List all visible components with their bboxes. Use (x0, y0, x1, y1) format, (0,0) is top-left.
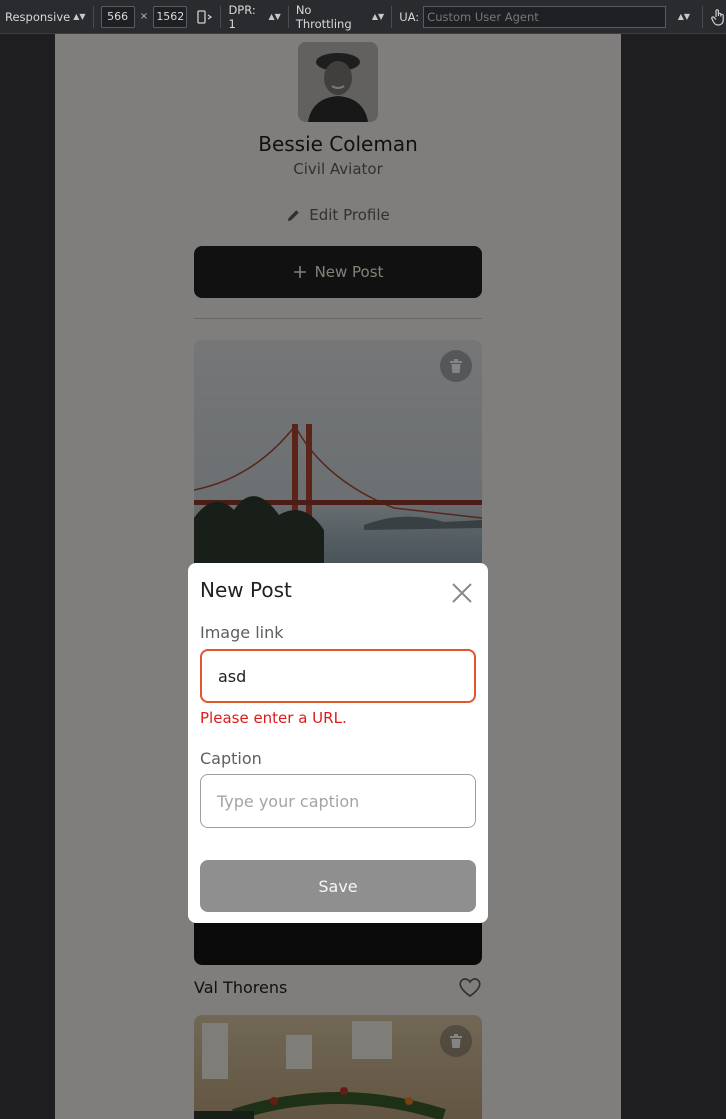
dpr-label: DPR: 1 (228, 2, 256, 31)
device-select-label: Responsive (5, 9, 71, 24)
touch-simulation-button[interactable] (710, 0, 726, 34)
image-link-input[interactable]: asd (200, 649, 476, 703)
ua-label: UA: (399, 9, 420, 24)
modal-title: New Post (200, 578, 292, 602)
caption-label: Caption (200, 749, 262, 768)
height-input[interactable]: 1562 (153, 5, 188, 28)
throttling-caret-icon: ▲▼ (371, 12, 385, 21)
devtools-toolbar: Responsive ▲▼ 566 × 1562 DPR: 1 ▲▼ No Thro… (0, 0, 726, 34)
dimension-times: × (139, 11, 149, 22)
toolbar-separator (92, 5, 94, 28)
image-link-value: asd (218, 666, 247, 686)
ua-caret-icon[interactable]: ▲▼ (678, 12, 690, 21)
new-post-modal: New Post Image link asd Please enter a U… (188, 563, 488, 923)
save-button[interactable]: Save (200, 860, 476, 912)
user-agent-input[interactable]: Custom User Agent (423, 5, 666, 28)
device-caret-icon: ▲▼ (73, 12, 86, 21)
toolbar-separator (220, 5, 222, 28)
rotate-button[interactable] (195, 0, 213, 34)
throttling-select[interactable]: No Throttling ▲▼ (296, 0, 384, 34)
caption-placeholder: Type your caption (217, 791, 360, 811)
dpr-caret-icon: ▲▼ (268, 12, 281, 21)
width-input[interactable]: 566 (100, 5, 135, 28)
toolbar-separator (391, 5, 393, 28)
page-viewport: Bessie Coleman Civil Aviator Edit Profil… (55, 34, 621, 1119)
dpr-select[interactable]: DPR: 1 ▲▼ (228, 0, 280, 34)
image-link-label: Image link (200, 623, 284, 642)
close-modal-button[interactable] (450, 581, 474, 605)
close-icon (452, 583, 472, 603)
hand-pointer-icon (711, 8, 724, 26)
device-select[interactable]: Responsive ▲▼ (5, 0, 86, 34)
toolbar-separator (287, 5, 289, 28)
caption-input[interactable]: Type your caption (200, 774, 476, 828)
image-link-error: Please enter a URL. (200, 709, 347, 727)
rotate-device-icon (197, 9, 213, 24)
throttling-label: No Throttling (295, 2, 352, 31)
toolbar-separator (702, 5, 704, 28)
